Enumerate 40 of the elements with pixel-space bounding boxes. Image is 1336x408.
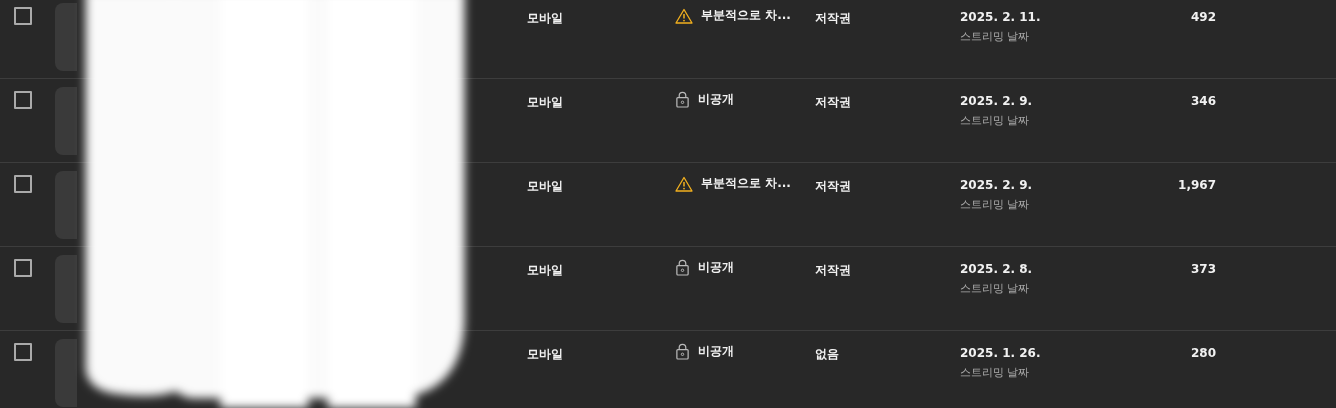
date-text: 2025. 2. 9. — [960, 178, 1034, 192]
row-checkbox[interactable] — [14, 175, 32, 193]
view-count: 1,967 — [1177, 178, 1216, 192]
video-type: 모바일 — [527, 94, 564, 111]
lock-icon — [675, 259, 690, 276]
date-text: 2025. 2. 9. — [960, 94, 1034, 108]
video-type: 모바일 — [527, 262, 564, 279]
date-text: 2025. 2. 11. — [960, 10, 1042, 24]
view-count: 280 — [1189, 346, 1216, 360]
date-note: 스트리밍 날짜 — [960, 197, 1031, 212]
visibility-status[interactable]: 비공개 — [698, 343, 734, 360]
date-note: 스트리밍 날짜 — [960, 281, 1031, 296]
visibility-status[interactable]: 비공개 — [698, 259, 734, 276]
date-note: 스트리밍 날짜 — [960, 365, 1031, 380]
date-note: 스트리밍 날짜 — [960, 113, 1031, 128]
visibility-status[interactable]: 비공개 — [698, 91, 734, 108]
restriction-text: 없음 — [815, 346, 840, 363]
date-text: 2025. 2. 8. — [960, 262, 1034, 276]
video-type: 모바일 — [527, 178, 564, 195]
row-checkbox[interactable] — [14, 259, 32, 277]
date-text: 2025. 1. 26. — [960, 346, 1042, 360]
row-checkbox[interactable] — [14, 91, 32, 109]
video-type: 모바일 — [527, 10, 564, 27]
view-count: 373 — [1189, 262, 1216, 276]
restriction-text: 저작권 — [815, 178, 852, 195]
row-checkbox[interactable] — [14, 7, 32, 25]
restriction-text: 저작권 — [815, 262, 852, 279]
video-type: 모바일 — [527, 346, 564, 363]
lock-icon — [675, 343, 690, 360]
restriction-text: 저작권 — [815, 94, 852, 111]
visibility-status[interactable]: 부분적으로 차... — [701, 7, 791, 24]
view-count: 492 — [1189, 10, 1216, 24]
visibility-status[interactable]: 부분적으로 차... — [701, 175, 791, 192]
row-checkbox[interactable] — [14, 343, 32, 361]
lock-icon — [675, 91, 690, 108]
restriction-text: 저작권 — [815, 10, 852, 27]
view-count: 346 — [1189, 94, 1216, 108]
date-note: 스트리밍 날짜 — [960, 29, 1031, 44]
warning-icon — [675, 7, 693, 24]
warning-icon — [675, 175, 693, 192]
